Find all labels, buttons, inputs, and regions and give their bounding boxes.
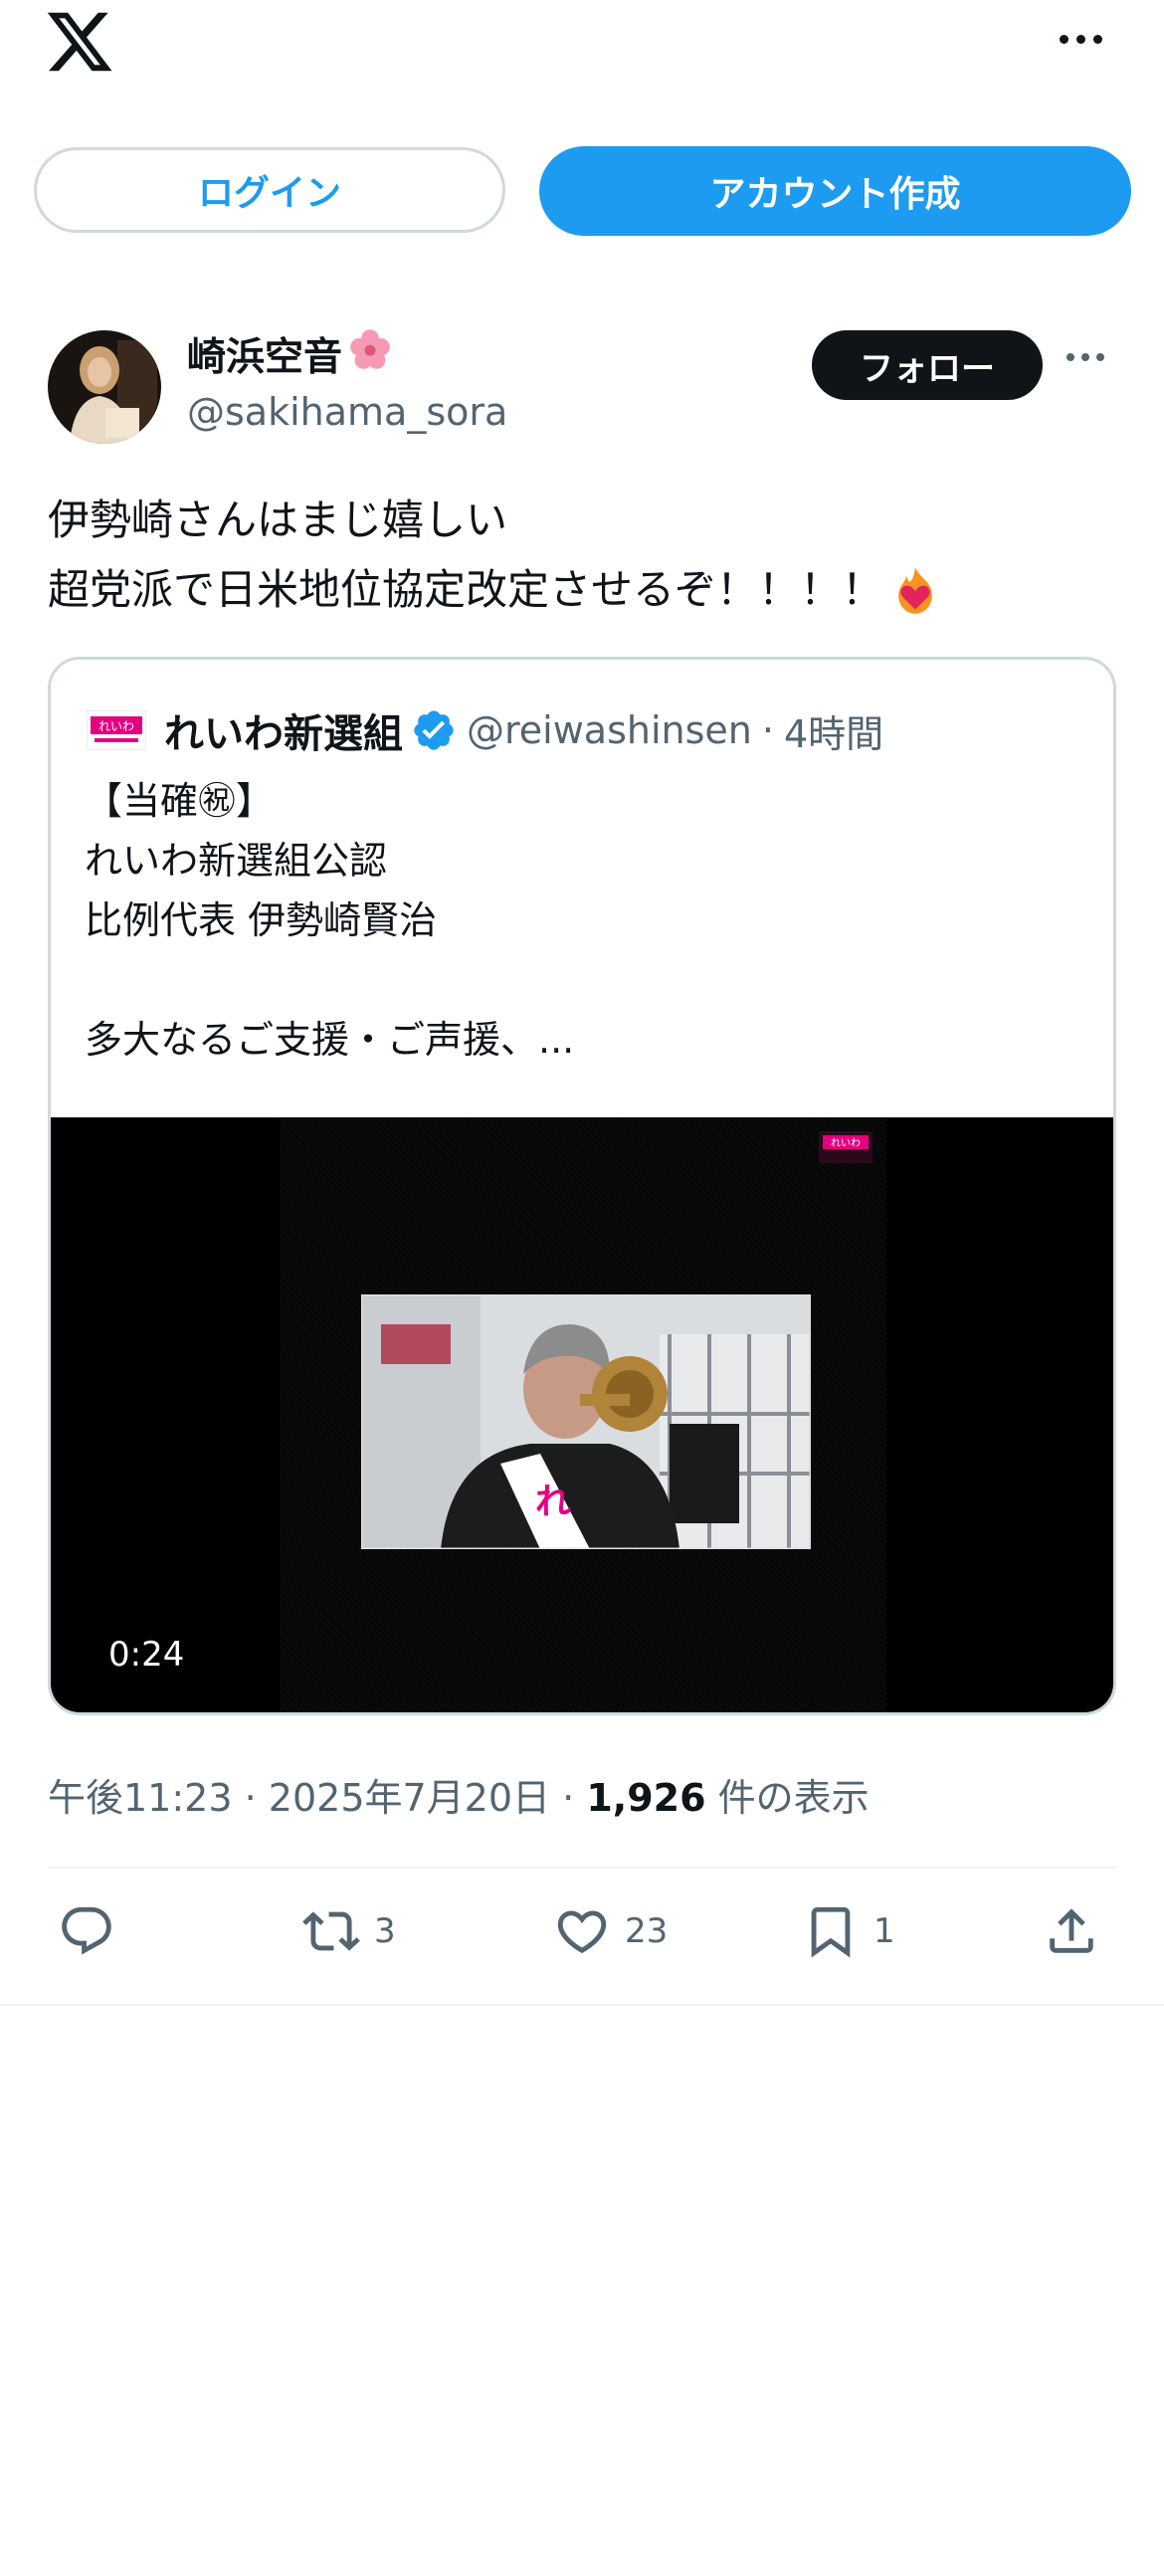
- tweet-time[interactable]: 午後11:23: [48, 1776, 233, 1820]
- like-icon: [557, 1910, 607, 1954]
- bookmark-button[interactable]: 1: [802, 1902, 895, 1960]
- more-options-icon[interactable]: [1053, 24, 1108, 54]
- like-count: 23: [625, 1911, 669, 1951]
- view-label: 件の表示: [717, 1776, 870, 1820]
- more-options-icon[interactable]: [1067, 353, 1104, 361]
- reply-button[interactable]: [58, 1902, 115, 1960]
- video-player[interactable]: れいわ れ 0:24: [51, 1117, 1113, 1712]
- avatar[interactable]: [48, 330, 161, 444]
- retweet-icon: [302, 1911, 360, 1951]
- tweet-date[interactable]: 2025年7月20日: [269, 1776, 550, 1820]
- quoted-tweet-text: 【当確㊗】 れいわ新選組公認 比例代表 伊勢崎賢治 多大なるご支援・ご声援、..…: [85, 771, 1079, 1070]
- follow-button[interactable]: フォロー: [812, 330, 1043, 400]
- separator: ·: [761, 708, 774, 752]
- quoted-time: 4時間: [783, 711, 884, 756]
- quoted-line: 比例代表 伊勢崎賢治: [85, 898, 438, 942]
- quoted-author-name: れいわ新選組: [164, 711, 403, 757]
- quoted-author-handle: @reiwashinsen: [467, 708, 752, 752]
- quoted-tweet-card[interactable]: れいわ れいわ新選組 @reiwashinsen · 4時間 【当確㊗】 れいわ…: [48, 657, 1116, 1715]
- retweet-count: 3: [374, 1911, 396, 1951]
- quoted-line: 【当確㊗】: [85, 779, 275, 823]
- divider: [48, 1867, 1116, 1869]
- divider: [0, 2004, 1164, 2006]
- tweet-line: 伊勢崎さんはまじ嬉しい: [48, 495, 508, 544]
- share-icon: [1050, 1908, 1093, 1953]
- verified-badge-icon: [411, 707, 457, 753]
- x-logo-icon[interactable]: [44, 6, 115, 78]
- tweet-text: 伊勢崎さんはまじ嬉しい 超党派で日米地位協定改定させるぞ！！！！: [48, 486, 1122, 625]
- bookmark-icon: [811, 1906, 851, 1958]
- login-button[interactable]: ログイン: [34, 147, 505, 233]
- reply-icon: [62, 1906, 111, 1955]
- tweet-meta: 午後11:23 · 2025年7月20日 · 1,926 件の表示: [48, 1767, 870, 1822]
- share-button[interactable]: [1043, 1902, 1100, 1960]
- separator: ·: [562, 1776, 575, 1820]
- create-account-button[interactable]: アカウント作成: [539, 146, 1131, 236]
- video-duration: 0:24: [108, 1635, 185, 1675]
- retweet-button[interactable]: 3: [302, 1902, 396, 1960]
- quoted-line: [85, 950, 1079, 1010]
- video-thumbnail[interactable]: れ: [359, 1292, 813, 1551]
- author-handle[interactable]: @sakihama_sora: [187, 390, 507, 434]
- separator: ·: [244, 1776, 257, 1820]
- quoted-line: れいわ新選組公認: [85, 839, 388, 883]
- svg-text:れいわ: れいわ: [98, 719, 134, 733]
- like-button[interactable]: 23: [553, 1902, 668, 1960]
- channel-watermark-icon: れいわ: [817, 1127, 874, 1167]
- flower-emoji-icon: [348, 327, 392, 381]
- svg-text:れいわ: れいわ: [831, 1137, 861, 1149]
- reiwa-avatar[interactable]: れいわ: [86, 709, 147, 751]
- tweet-line: 超党派で日米地位協定改定させるぞ！！！！: [48, 565, 884, 614]
- quoted-line: 多大なるご支援・ご声援、...: [85, 1018, 575, 1062]
- author-name[interactable]: 崎浜空音: [187, 326, 342, 382]
- fire-heart-emoji-icon: [887, 562, 943, 618]
- view-count: 1,926: [586, 1776, 706, 1820]
- bookmark-count: 1: [873, 1911, 895, 1951]
- svg-text:れ: れ: [535, 1482, 571, 1522]
- action-bar: 3 23 1: [48, 1902, 1116, 1982]
